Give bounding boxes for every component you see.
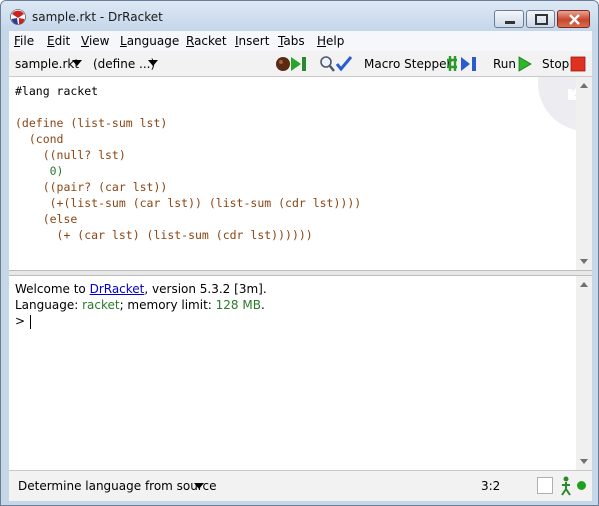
menu-bar: File Edit View Language Racket Insert Ta…	[9, 31, 592, 51]
menu-file[interactable]: File	[14, 34, 34, 48]
welcome-prefix: Welcome to	[15, 282, 90, 296]
code-line-3: ((null? lst)	[15, 148, 126, 162]
file-dropdown-arrow-icon[interactable]	[72, 60, 82, 66]
drracket-link[interactable]: DrRacket	[90, 282, 145, 296]
status-bar: Determine language from source 3:2	[9, 470, 592, 501]
menu-insert[interactable]: Insert	[235, 34, 269, 48]
lang-line: #lang racket	[15, 84, 99, 98]
check-syntax-icon[interactable]	[319, 55, 353, 73]
status-indicator-box	[537, 477, 553, 494]
macro-stepper-icon[interactable]	[444, 55, 480, 73]
running-indicator-icon	[577, 481, 586, 490]
define-dropdown-arrow-icon[interactable]	[148, 60, 158, 66]
running-figure-icon	[561, 476, 571, 496]
drracket-logo-icon	[10, 9, 26, 25]
scroll-down-icon[interactable]	[580, 259, 588, 264]
code-line-2: (cond	[15, 132, 64, 146]
code-line-1: (define (list-sum lst)	[15, 116, 168, 130]
code-area[interactable]: #lang racket (define (list-sum lst) (con…	[15, 83, 361, 243]
language-selector[interactable]: Determine language from source	[18, 479, 217, 493]
scroll-down-icon[interactable]	[580, 459, 588, 464]
code-line-7: (else	[15, 212, 78, 226]
define-dropdown[interactable]: (define ...)	[93, 57, 155, 71]
menu-help[interactable]: Help	[317, 34, 344, 48]
menu-language[interactable]: Language	[120, 34, 179, 48]
maximize-button[interactable]	[526, 10, 555, 28]
code-line-5: ((pair? (car lst))	[15, 180, 168, 194]
stop-label[interactable]: Stop	[542, 57, 569, 71]
scroll-up-icon[interactable]	[580, 282, 588, 287]
language-line: Language: racket; memory limit: 128 MB.	[15, 298, 265, 312]
code-line-6: (+(list-sum (car lst)) (list-sum (cdr ls…	[15, 196, 362, 210]
run-label[interactable]: Run	[493, 57, 516, 71]
debug-button-icon[interactable]	[275, 55, 309, 73]
memory-value: 128 MB	[215, 298, 261, 312]
language-prefix: Language:	[15, 298, 83, 312]
text-cursor	[30, 314, 32, 329]
close-button[interactable]	[557, 10, 590, 28]
drracket-window: sample.rkt - DrRacket File Edit View Lan…	[0, 0, 599, 506]
maximize-icon	[535, 14, 548, 25]
welcome-line: Welcome to DrRacket, version 5.3.2 [3m].	[15, 282, 267, 296]
repl-prompt: >	[15, 314, 26, 328]
menu-view[interactable]: View	[81, 34, 109, 48]
version-text: , version 5.3.2 [3m].	[144, 282, 267, 296]
run-icon[interactable]	[517, 55, 533, 73]
code-line-4: 0)	[15, 164, 64, 178]
minimize-button[interactable]	[494, 10, 524, 28]
scroll-up-icon[interactable]	[580, 83, 588, 88]
menu-edit[interactable]: Edit	[47, 34, 70, 48]
close-icon	[569, 14, 580, 25]
memory-prefix: ; memory limit:	[119, 298, 216, 312]
minimize-icon	[505, 21, 515, 24]
interactions-scrollbar[interactable]	[576, 276, 592, 470]
stop-icon[interactable]	[570, 55, 586, 73]
macro-stepper-label[interactable]: Macro Stepper	[364, 57, 451, 71]
language-selector-arrow-icon[interactable]	[194, 483, 204, 489]
code-line-8: (+ (car lst) (list-sum (cdr lst))))))	[15, 228, 313, 242]
toolbar: sample.rkt (define ...) Macro Stepper Ru…	[9, 51, 592, 77]
language-name: racket	[82, 298, 120, 312]
repl-prompt-line[interactable]: >	[15, 314, 32, 329]
editor-scrollbar[interactable]	[576, 77, 592, 270]
menu-tabs[interactable]: Tabs	[278, 34, 305, 48]
file-dropdown[interactable]: sample.rkt	[15, 57, 79, 71]
interactions-pane[interactable]: Welcome to DrRacket, version 5.3.2 [3m].…	[9, 276, 592, 470]
menu-racket[interactable]: Racket	[186, 34, 227, 48]
memory-suffix: .	[260, 298, 265, 312]
window-title: sample.rkt - DrRacket	[32, 10, 163, 24]
definitions-editor[interactable]: #lang racket (define (list-sum lst) (con…	[9, 77, 592, 270]
title-bar[interactable]: sample.rkt - DrRacket	[1, 1, 598, 31]
cursor-position: 3:2	[481, 479, 501, 493]
